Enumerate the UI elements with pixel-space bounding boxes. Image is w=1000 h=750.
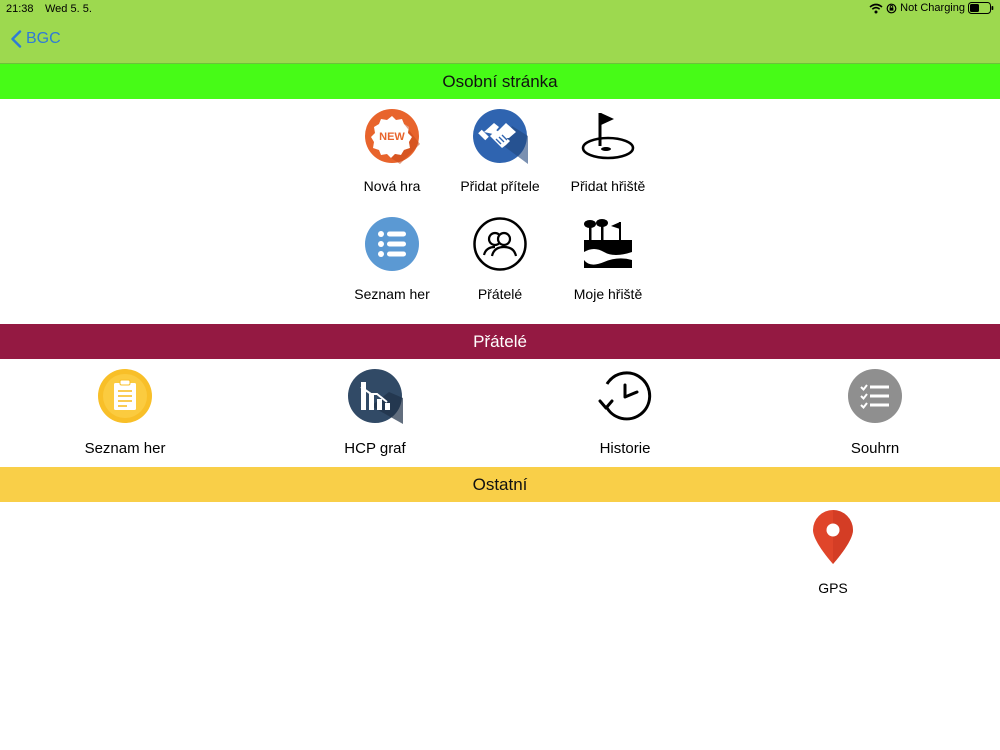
tile-label: GPS <box>818 580 848 596</box>
handshake-icon <box>472 108 528 164</box>
tile-my-courses[interactable]: Moje hřiště <box>562 216 654 302</box>
tile-add-friend[interactable]: Přidat přítele <box>450 108 550 194</box>
chevron-left-icon <box>11 30 22 48</box>
tile-hcp-chart[interactable]: HCP graf <box>325 368 425 457</box>
friends-icon <box>472 216 528 272</box>
tile-label: Historie <box>599 440 651 457</box>
tile-game-list[interactable]: Seznam her <box>347 216 437 302</box>
svg-text:NEW: NEW <box>379 131 405 143</box>
tile-add-course[interactable]: Přidat hřiště <box>560 108 656 194</box>
chart-icon <box>347 368 403 424</box>
section-header-other: Ostatní <box>0 467 1000 502</box>
tile-new-game[interactable]: NEW Nová hra <box>347 108 437 194</box>
history-clock-icon <box>597 368 653 424</box>
golf-flag-icon <box>580 108 636 164</box>
status-indicators: Not Charging <box>869 2 994 14</box>
wifi-icon <box>869 3 883 13</box>
status-date: Wed 5. 5. <box>45 3 92 15</box>
tile-label: Přidat přítele <box>460 178 540 194</box>
tile-label: Souhrn <box>850 440 900 457</box>
status-time: 21:38 <box>6 3 34 15</box>
orientation-lock-icon <box>886 3 897 13</box>
section-header-friends: Přátelé <box>0 324 1000 359</box>
tile-history[interactable]: Historie <box>575 368 675 457</box>
tile-gps[interactable]: GPS <box>793 510 873 596</box>
tile-friends[interactable]: Přátelé <box>455 216 545 302</box>
back-button-label: BGC <box>26 30 61 47</box>
list-icon <box>364 216 420 272</box>
tile-label: Přátelé <box>477 286 523 302</box>
tile-label: HCP graf <box>344 440 406 457</box>
tile-label: Moje hřiště <box>573 286 643 302</box>
section-header-personal: Osobní stránka <box>0 63 1000 99</box>
battery-status-text: Not Charging <box>900 2 965 14</box>
golf-course-icon <box>580 216 636 272</box>
tile-friends-game-list[interactable]: Seznam her <box>75 368 175 457</box>
tile-label: Seznam her <box>354 286 430 302</box>
tile-label: Seznam her <box>84 440 166 457</box>
new-badge-icon: NEW <box>364 108 420 164</box>
back-button[interactable]: BGC <box>10 30 61 48</box>
clipboard-icon <box>97 368 153 424</box>
top-bar: 21:38 Wed 5. 5. Not Charging BGC <box>0 0 1000 63</box>
tile-label: Nová hra <box>363 178 421 194</box>
tile-summary[interactable]: Souhrn <box>825 368 925 457</box>
checklist-icon <box>847 368 903 424</box>
map-pin-icon <box>805 510 861 566</box>
tile-label: Přidat hřiště <box>570 178 646 194</box>
battery-icon <box>968 2 994 14</box>
